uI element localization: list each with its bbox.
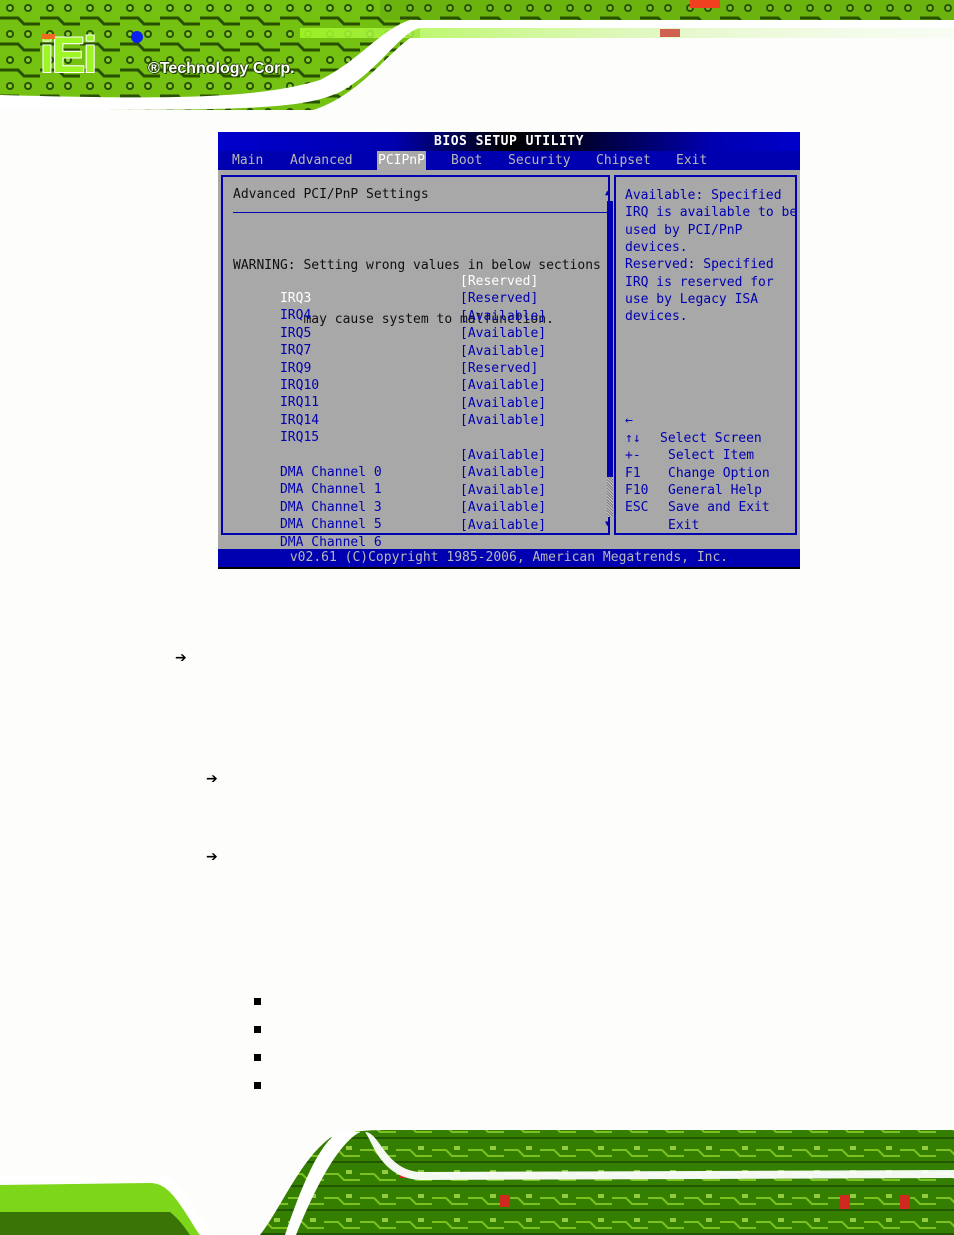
setting-row-irq15[interactable]: IRQ15 [Available] [233, 412, 546, 445]
setting-value[interactable]: [Available] [460, 343, 546, 360]
setting-row-dma5[interactable]: DMA Channel 5 [Available] [233, 499, 546, 532]
key-label: ESC [625, 500, 649, 516]
key-legend-row: ← Select Screen [625, 395, 762, 445]
scroll-up-arrow-icon[interactable]: ▲ [605, 189, 610, 197]
square-bullet-icon [254, 998, 261, 1005]
key-legend-row: +- Change Option [625, 430, 770, 480]
logo-text: ®Technology Corp. [148, 60, 295, 77]
setting-row-irq11[interactable]: IRQ11 [Available] [233, 377, 546, 410]
setting-value[interactable]: [Available] [460, 499, 546, 516]
bios-screen: BIOS SETUP UTILITY Main Advanced PCIPnP … [218, 132, 800, 569]
settings-pane: Advanced PCI/PnP Settings WARNING: Setti… [221, 175, 613, 550]
setting-value[interactable]: [Available] [460, 482, 546, 499]
arrow-bullet-icon: ➔ [206, 771, 218, 787]
setting-value[interactable]: [Available] [460, 447, 546, 464]
setting-row-irq3[interactable]: IRQ3 [Reserved] [233, 273, 538, 306]
page-footer-banner [0, 1120, 954, 1235]
scrollbar-thumb[interactable] [607, 201, 613, 477]
setting-row-irq7[interactable]: IRQ7 [Available] [233, 325, 546, 358]
square-bullet-icon [254, 1026, 261, 1033]
help-line: used by PCI/PnP [625, 222, 743, 238]
help-line: Reserved: Specified [625, 257, 774, 273]
setting-value[interactable]: [Reserved] [460, 360, 538, 377]
bios-title-bar: BIOS SETUP UTILITY [218, 132, 800, 151]
setting-row-irq9[interactable]: IRQ9 [Available] [233, 343, 546, 376]
pcb-header-artwork [0, 0, 954, 115]
setting-value[interactable]: [Available] [460, 308, 546, 325]
scroll-down-arrow-icon[interactable]: ▼ [605, 520, 610, 528]
tab-main[interactable]: Main [231, 151, 264, 170]
setting-value[interactable]: [Available] [460, 412, 546, 429]
setting-value[interactable]: [Reserved] [460, 290, 538, 307]
tab-advanced[interactable]: Advanced [289, 151, 354, 170]
tab-exit[interactable]: Exit [675, 151, 708, 170]
tab-security[interactable]: Security [507, 151, 572, 170]
tab-boot[interactable]: Boot [450, 151, 483, 170]
tab-chipset[interactable]: Chipset [595, 151, 652, 170]
logo-orange-bar [42, 34, 55, 39]
key-legend: ← Select Screen ↑↓ Select Item +- Change… [625, 395, 770, 532]
key-legend-row: ↑↓ Select Item [625, 412, 754, 463]
scrollbar-track[interactable] [607, 477, 613, 517]
help-pane: Available: Specified IRQ is available to… [614, 175, 797, 535]
setting-value[interactable]: [Available] [460, 377, 546, 394]
key-legend-row: F10 Save and Exit [625, 465, 770, 515]
help-line: IRQ is available to be [625, 205, 798, 221]
bios-bottom-edge [218, 567, 800, 569]
setting-value[interactable]: [Available] [460, 517, 546, 534]
bios-copyright-footer: v02.61 (C)Copyright 1985-2006, American … [218, 549, 800, 567]
setting-value[interactable]: [Available] [460, 464, 546, 481]
setting-label: DMA Channel 6 [279, 534, 382, 550]
help-line: devices. [625, 309, 688, 325]
settings-heading: Advanced PCI/PnP Settings [233, 187, 429, 202]
setting-row-irq4[interactable]: IRQ4 [Reserved] [233, 290, 538, 323]
pcb-footer-artwork [0, 1120, 954, 1235]
tab-pcipnp[interactable]: PCIPnP [377, 151, 426, 170]
setting-value[interactable]: [Available] [460, 395, 546, 412]
setting-label: IRQ15 [279, 430, 320, 446]
help-line: use by Legacy ISA [625, 291, 759, 307]
arrow-bullet-icon: ➔ [175, 650, 187, 666]
key-description: Exit [668, 517, 700, 533]
square-bullet-icon [254, 1054, 261, 1061]
setting-value[interactable]: [Available] [460, 325, 546, 342]
setting-row-irq10[interactable]: IRQ10 [Reserved] [233, 360, 538, 393]
setting-row-dma3[interactable]: DMA Channel 3 [Available] [233, 482, 546, 515]
page-header-banner: iEi ®Technology Corp. [0, 0, 954, 115]
key-legend-row: F1 General Help [625, 447, 762, 498]
setting-row-dma0[interactable]: DMA Channel 0 [Available] [233, 447, 546, 480]
help-line: IRQ is reserved for [625, 274, 774, 290]
help-line: devices. [625, 239, 688, 255]
setting-row-irq5[interactable]: IRQ5 [Available] [233, 308, 546, 341]
setting-row-dma1[interactable]: DMA Channel 1 [Available] [233, 464, 546, 497]
setting-row-irq14[interactable]: IRQ14 [Available] [233, 395, 546, 428]
heading-divider [233, 212, 608, 213]
setting-row-dma6[interactable]: DMA Channel 6 [Available] [233, 517, 546, 550]
arrow-bullet-icon: ➔ [206, 849, 218, 865]
setting-value[interactable]: [Reserved] [460, 273, 538, 290]
logo-blue-dot [131, 31, 143, 43]
square-bullet-icon [254, 1082, 261, 1089]
help-line: Available: Specified [625, 188, 782, 203]
key-legend-row: ESC Exit [625, 482, 699, 532]
bios-menu-bar: Main Advanced PCIPnP Boot Security Chips… [218, 151, 800, 170]
